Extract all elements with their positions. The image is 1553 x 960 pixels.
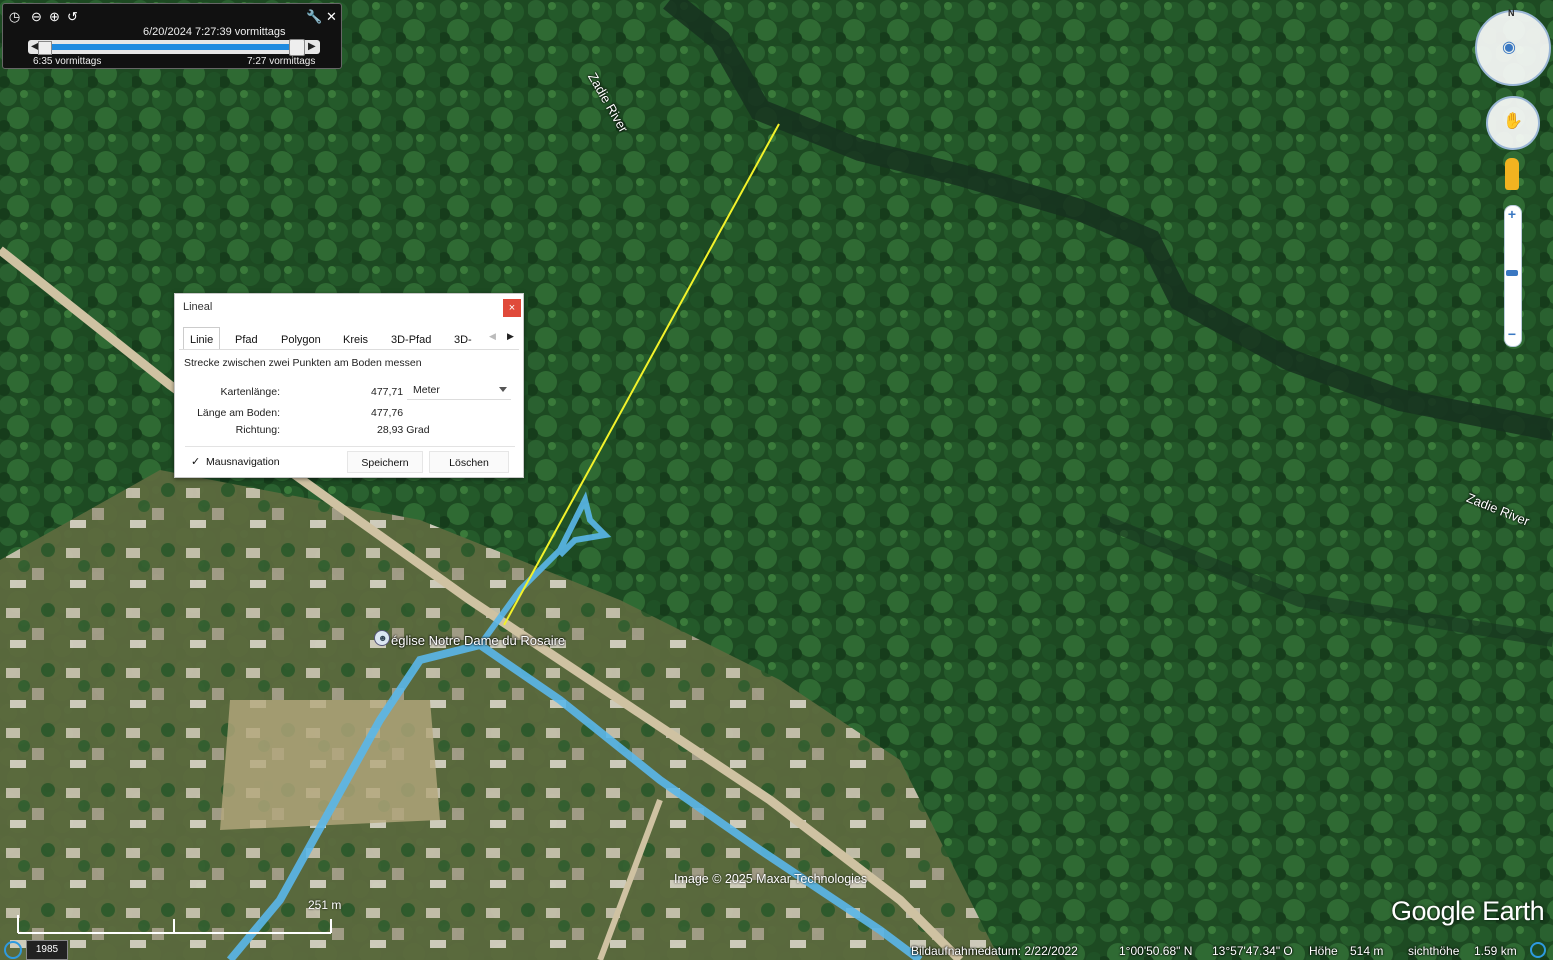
look-joystick[interactable]: N ◉	[1475, 8, 1551, 86]
google-earth-logo: Google Earth	[1391, 896, 1545, 926]
compass-north-label: N	[1508, 8, 1515, 18]
time-slider-start-handle[interactable]	[38, 41, 52, 55]
ground-length-value: 477,76	[371, 407, 404, 419]
time-slider-end-label: 7:27 vormittags	[247, 56, 316, 67]
unit-select[interactable]: Meter	[407, 381, 511, 400]
tab-kreis[interactable]: Kreis	[337, 327, 374, 349]
time-slider-start-label: 6:35 vormittags	[33, 56, 102, 67]
imagery-copyright: Image © 2025 Maxar Technologies	[674, 872, 868, 886]
time-slider-date: 6/20/2024 7:27:39 vormittags	[143, 26, 286, 38]
eye-altitude-value: 1.59 km	[1474, 944, 1517, 958]
tab-divider	[179, 349, 519, 350]
settings-wrench-icon[interactable]: 🔧	[306, 9, 322, 24]
ruler-tabs: Linie Pfad Polygon Kreis 3D-Pfad 3D-Poly…	[179, 327, 519, 350]
clock-icon[interactable]: ◷	[7, 9, 22, 24]
time-slider-end-handle[interactable]	[289, 39, 305, 56]
tab-scroll-right-icon[interactable]: ▶	[507, 331, 514, 342]
time-slider-panel: ◷ ⊖ ⊕ ↺ 🔧 ✕ 6/20/2024 7:27:39 vormittags…	[2, 3, 342, 69]
unit-select-value: Meter	[413, 384, 440, 396]
map-length-value: 477,71	[371, 386, 404, 398]
ruler-title: Lineal	[183, 301, 213, 313]
scale-bar	[17, 915, 332, 934]
tab-polygon[interactable]: Polygon	[275, 327, 327, 349]
tab-3d-poly[interactable]: 3D-Poly	[448, 327, 490, 349]
streaming-indicator-icon	[1530, 942, 1546, 958]
checkmark-icon[interactable]: ✓	[191, 455, 200, 468]
placemark-icon: ☻	[378, 633, 388, 643]
ground-length-label: Länge am Boden:	[197, 407, 280, 419]
save-button[interactable]: Speichern	[347, 451, 423, 473]
scale-label: 251 m	[308, 898, 342, 912]
history-icon[interactable]: ↺	[65, 9, 80, 24]
imagery-year-badge[interactable]: 1985	[26, 940, 68, 960]
move-joystick[interactable]: ✋	[1486, 96, 1540, 150]
eye-icon: ◉	[1502, 39, 1516, 56]
elevation-value: 514 m	[1350, 944, 1384, 958]
zoom-out-time-icon[interactable]: ⊖	[29, 9, 44, 24]
ruler-footer-divider	[185, 446, 515, 447]
ruler-description: Strecke zwischen zwei Punkten am Boden m…	[184, 357, 422, 369]
latitude: 1°00'50.68" N	[1119, 944, 1193, 958]
close-icon[interactable]: ✕	[324, 9, 339, 24]
zoom-out-icon[interactable]: −	[1505, 327, 1519, 341]
heading-value: 28,93 Grad	[377, 424, 430, 436]
chevron-down-icon	[499, 387, 507, 392]
elevation-label: Höhe	[1309, 944, 1338, 958]
map-length-label: Kartenlänge:	[220, 386, 280, 398]
zoom-in-icon[interactable]: +	[1505, 207, 1519, 221]
satellite-map[interactable]	[0, 0, 1553, 960]
hand-icon: ✋	[1503, 113, 1523, 130]
time-slider-range	[47, 44, 295, 50]
imagery-date: Bildaufnahmedatum: 2/22/2022	[911, 944, 1078, 958]
zoom-in-time-icon[interactable]: ⊕	[47, 9, 62, 24]
slider-right-arrow-icon[interactable]: ▶	[308, 41, 316, 52]
tab-pfad[interactable]: Pfad	[229, 327, 264, 349]
tab-linie[interactable]: Linie	[183, 327, 221, 350]
tab-scroll-left-icon[interactable]: ◀	[489, 331, 496, 342]
delete-button[interactable]: Löschen	[429, 451, 509, 473]
ruler-dialog: Lineal × Linie Pfad Polygon Kreis 3D-Pfa…	[174, 293, 524, 478]
zoom-slider-handle[interactable]	[1506, 270, 1518, 276]
church-label[interactable]: église Notre Dame du Rosaire	[391, 633, 565, 648]
historical-imagery-icon[interactable]	[4, 941, 22, 959]
mouse-navigation-toggle[interactable]: Mausnavigation	[206, 456, 280, 468]
church-placemark[interactable]: ☻	[374, 630, 390, 646]
heading-label: Richtung:	[235, 424, 280, 436]
tab-3d-pfad[interactable]: 3D-Pfad	[385, 327, 437, 349]
ruler-close-button[interactable]: ×	[503, 299, 521, 317]
street-view-pegman-icon[interactable]	[1505, 158, 1519, 190]
eye-altitude-label: sichthöhe	[1408, 944, 1460, 958]
longitude: 13°57'47.34" O	[1212, 944, 1293, 958]
